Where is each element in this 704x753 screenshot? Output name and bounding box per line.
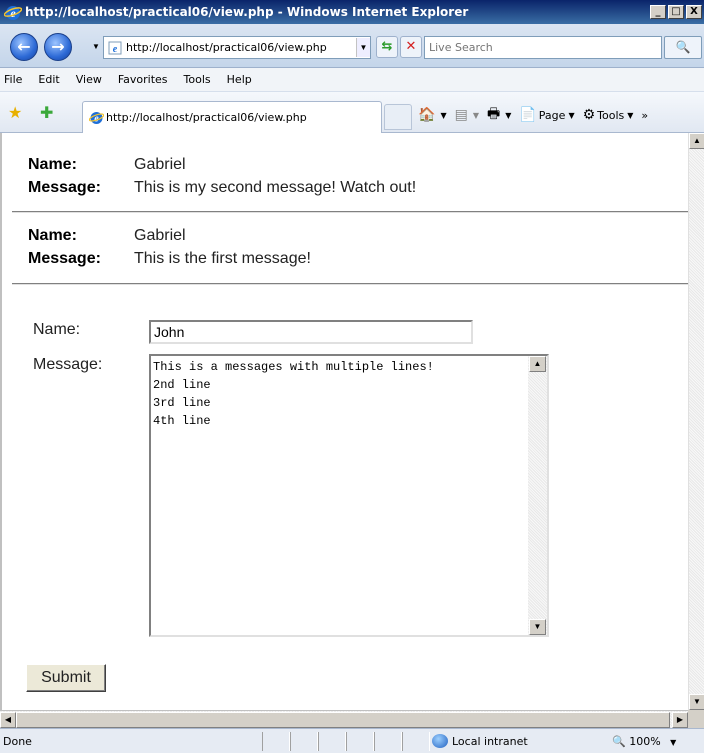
zoom-control[interactable]: 🔍 100% ▼ — [612, 735, 676, 748]
home-button[interactable]: 🏠 ▼ — [418, 107, 447, 123]
scroll-corner — [688, 710, 704, 728]
scroll-right-icon[interactable]: ▶ — [672, 712, 688, 728]
page-icon: e — [108, 41, 122, 55]
menu-edit[interactable]: Edit — [38, 73, 59, 86]
divider — [12, 283, 688, 285]
status-pane — [262, 732, 290, 751]
form-name-label: Name: — [33, 321, 81, 338]
minimize-button[interactable]: _ — [650, 5, 666, 19]
textarea-scroll-down-icon[interactable]: ▼ — [529, 619, 546, 635]
svg-text:e: e — [113, 44, 118, 55]
message-text: This is the first message! — [134, 250, 311, 267]
print-button[interactable]: 🖶 ▼ — [487, 103, 511, 127]
horizontal-scrollbar[interactable]: ◀ ▶ — [0, 710, 688, 728]
command-bar: 🏠 ▼ ▤ ▼ 🖶 ▼ 📄 Page ▼ ⚙ Tools ▼ » — [418, 104, 656, 126]
print-icon: 🖶 — [486, 106, 501, 122]
page-menu-icon: 📄 — [519, 107, 537, 123]
menu-bar: File Edit View Favorites Tools Help — [0, 68, 704, 92]
tab-ie-icon: e — [89, 112, 104, 125]
stop-icon[interactable]: ✕ — [400, 36, 422, 58]
name-input[interactable] — [149, 320, 473, 344]
address-field[interactable]: e ▼ — [103, 36, 371, 59]
tab-label: http://localhost/practical06/view.php — [106, 111, 307, 124]
home-icon: 🏠 — [418, 107, 436, 123]
message-entry: Name: Gabriel Message: This is my second… — [28, 153, 416, 199]
tab-current[interactable]: e http://localhost/practical06/view.php — [82, 101, 382, 133]
recent-pages-dropdown-icon[interactable]: ▼ — [92, 42, 100, 51]
scroll-up-icon[interactable]: ▲ — [689, 133, 704, 149]
page-menu[interactable]: 📄 Page ▼ — [519, 107, 574, 123]
search-input[interactable] — [425, 37, 661, 58]
message-label: Message: — [28, 250, 101, 267]
zoom-dropdown-icon[interactable]: ▼ — [670, 738, 676, 747]
tab-bar: ★ ✚ e http://localhost/practical06/view.… — [0, 92, 704, 133]
message-author: Gabriel — [134, 227, 186, 244]
zoom-icon: 🔍 — [612, 735, 626, 748]
maximize-button[interactable]: □ — [668, 5, 684, 19]
feeds-button[interactable]: ▤ ▼ — [455, 107, 479, 123]
status-pane — [290, 732, 318, 751]
add-favorites-icon[interactable]: ✚ — [40, 103, 53, 122]
status-pane — [374, 732, 402, 751]
message-label: Message: — [28, 179, 101, 196]
name-label: Name: — [28, 156, 77, 173]
address-input[interactable] — [126, 38, 356, 57]
menu-view[interactable]: View — [76, 73, 102, 86]
scroll-down-icon[interactable]: ▼ — [689, 694, 704, 710]
form-message-label: Message: — [33, 356, 103, 373]
page-content: Name: Gabriel Message: This is my second… — [0, 133, 688, 710]
status-pane — [318, 732, 346, 751]
menu-favorites[interactable]: Favorites — [118, 73, 168, 86]
forward-button[interactable]: → — [44, 33, 72, 61]
message-author: Gabriel — [134, 156, 186, 173]
ie-logo-icon: e — [4, 6, 22, 20]
security-zone[interactable]: Local intranet — [432, 734, 528, 748]
scroll-left-icon[interactable]: ◀ — [0, 712, 16, 728]
address-toolbar: ← → ▼ e ▼ ⇆ ✕ 🔍 — [0, 24, 704, 68]
zone-label: Local intranet — [452, 734, 528, 748]
status-pane — [346, 732, 374, 751]
command-bar-overflow[interactable]: » — [641, 109, 648, 122]
address-dropdown-icon[interactable]: ▼ — [356, 38, 370, 57]
search-box[interactable] — [424, 36, 662, 59]
refresh-icon[interactable]: ⇆ — [376, 36, 398, 58]
search-icon[interactable]: 🔍 — [664, 36, 702, 59]
status-text: Done — [3, 735, 32, 748]
menu-file[interactable]: File — [4, 73, 22, 86]
status-pane — [402, 732, 430, 751]
divider — [12, 211, 688, 213]
menu-help[interactable]: Help — [227, 73, 252, 86]
tools-menu[interactable]: ⚙ Tools ▼ — [583, 107, 634, 123]
textarea-scrollbar[interactable]: ▲ ▼ — [528, 356, 547, 635]
textarea-scroll-up-icon[interactable]: ▲ — [529, 356, 546, 372]
status-bar: Done Local intranet 🔍 100% ▼ — [0, 728, 704, 753]
title-bar: e http://localhost/practical06/view.php … — [0, 0, 704, 24]
new-tab-button[interactable] — [384, 104, 412, 130]
close-button[interactable]: X — [686, 5, 702, 19]
message-entry: Name: Gabriel Message: This is the first… — [28, 224, 311, 270]
back-button[interactable]: ← — [10, 33, 38, 61]
horizontal-scroll-thumb[interactable] — [16, 712, 670, 728]
favorites-center-icon[interactable]: ★ — [8, 103, 22, 122]
message-textarea[interactable] — [149, 354, 549, 637]
feeds-icon: ▤ — [454, 107, 468, 123]
message-text: This is my second message! Watch out! — [134, 179, 417, 196]
vertical-scrollbar[interactable]: ▲ ▼ — [688, 133, 704, 710]
gear-icon: ⚙ — [582, 107, 596, 123]
name-label: Name: — [28, 227, 77, 244]
submit-button[interactable]: Submit — [26, 664, 106, 692]
intranet-icon — [432, 734, 448, 748]
zoom-level: 100% — [629, 735, 661, 748]
window-title: http://localhost/practical06/view.php - … — [25, 5, 469, 19]
menu-tools[interactable]: Tools — [184, 73, 211, 86]
